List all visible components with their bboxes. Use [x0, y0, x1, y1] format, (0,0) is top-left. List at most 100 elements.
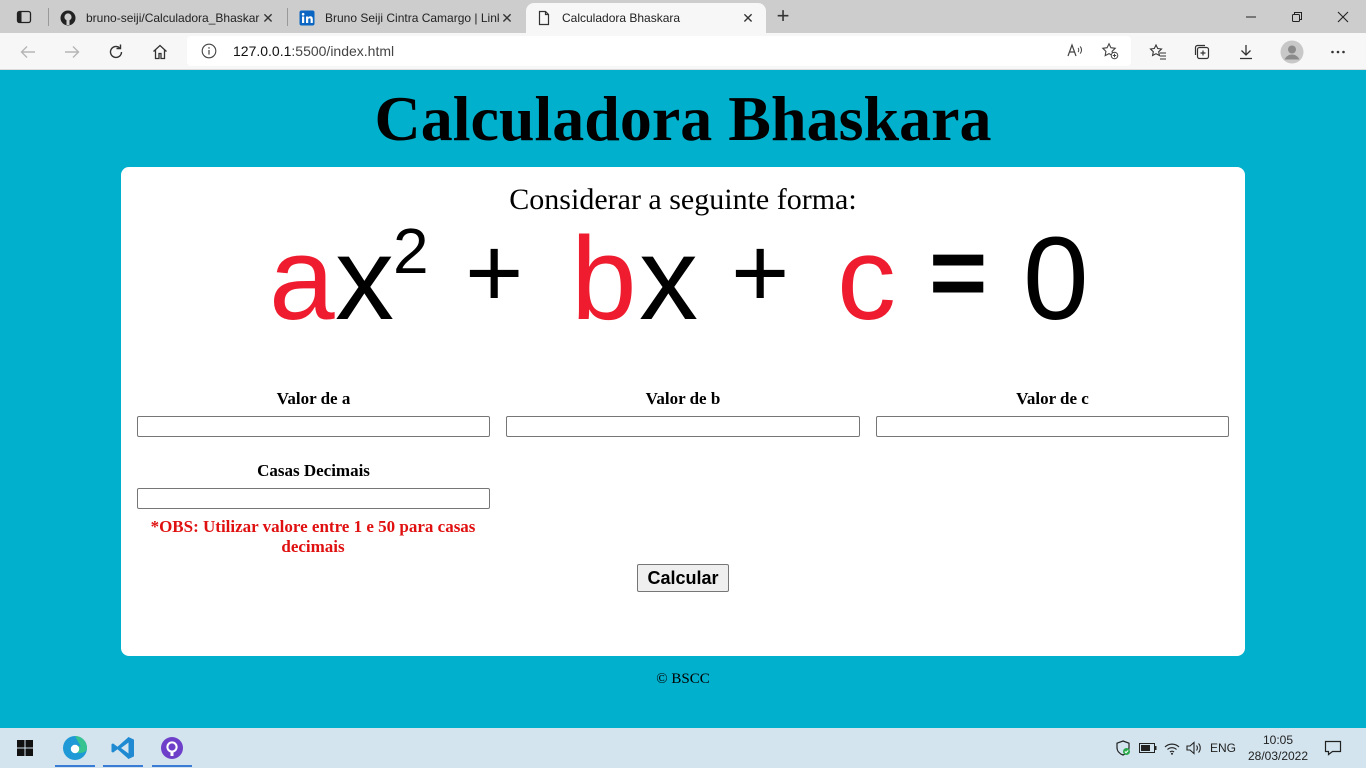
label-valor-c: Valor de c [1016, 389, 1089, 408]
formula-x2: x [335, 227, 394, 342]
forward-arrow-icon [65, 46, 80, 58]
formula-plus-1: + [465, 227, 523, 329]
formula-plus-2: + [731, 227, 789, 329]
url-host: 127.0.0.1 [233, 43, 292, 59]
tab-linkedin[interactable]: Bruno Seiji Cintra Camargo | LinkedIn ✕ [289, 3, 525, 33]
decimals-note: *OBS: Utilizar valore entre 1 e 50 para … [150, 517, 476, 556]
valor-c-input[interactable] [876, 416, 1229, 437]
browser-toolbar: 127.0.0.1:5500/index.html [0, 33, 1366, 70]
minimize-button[interactable] [1228, 0, 1274, 33]
calcular-button[interactable]: Calcular [637, 564, 729, 592]
collections-icon [1194, 44, 1210, 60]
clock-time: 10:05 [1262, 733, 1294, 747]
formula-equals: = [929, 227, 987, 329]
forward-button[interactable] [58, 38, 86, 66]
footer-copyright: © BSCC [656, 671, 710, 687]
close-window-button[interactable] [1320, 0, 1366, 33]
star-add-icon [1101, 42, 1119, 60]
page-icon [538, 10, 550, 26]
download-icon [1240, 45, 1252, 60]
formula-b: b [571, 227, 637, 342]
read-aloud-button[interactable] [1061, 37, 1089, 65]
read-aloud-icon [1067, 43, 1082, 57]
language-indicator[interactable]: ENG [1206, 728, 1240, 768]
tab-calculadora[interactable]: Calculadora Bhaskara ✕ [526, 3, 766, 33]
notification-icon [1324, 740, 1342, 756]
close-tab-icon[interactable]: ✕ [499, 10, 515, 27]
edge-icon [63, 736, 87, 760]
tab-actions-icon [16, 10, 32, 23]
downloads-button[interactable] [1232, 38, 1260, 66]
minimize-icon [1246, 16, 1256, 17]
formula-c: c [837, 227, 896, 342]
page-title: Calculadora Bhaskara [374, 83, 992, 154]
restore-icon [1292, 11, 1302, 22]
tab-actions-button[interactable] [0, 0, 48, 33]
close-icon [1337, 11, 1349, 22]
add-favorite-button[interactable] [1096, 37, 1124, 65]
formula-zero: 0 [1023, 227, 1089, 342]
refresh-icon [109, 44, 123, 59]
shield-icon [1116, 740, 1130, 756]
windows-start-icon [17, 740, 33, 756]
favorites-button[interactable] [1144, 38, 1172, 66]
address-bar[interactable]: 127.0.0.1:5500/index.html [187, 36, 1131, 66]
favorites-icon [1149, 43, 1166, 60]
back-arrow-icon [20, 46, 35, 58]
github-icon [60, 10, 76, 26]
close-tab-icon[interactable]: ✕ [260, 10, 276, 27]
collections-button[interactable] [1188, 38, 1216, 66]
formula-exponent: 2 [393, 227, 429, 287]
avatar-icon [1280, 40, 1304, 64]
calculator-card: Considerar a seguinte forma: a x 2 + b x… [121, 167, 1245, 656]
linkedin-icon [299, 10, 315, 26]
settings-menu-button[interactable] [1324, 38, 1352, 66]
new-tab-button[interactable]: + [770, 4, 796, 30]
battery-icon [1139, 743, 1157, 753]
url-path: :5500/index.html [291, 43, 395, 59]
security-tray-icon[interactable] [1112, 728, 1134, 768]
volume-tray-icon[interactable] [1183, 728, 1205, 768]
taskbar-github-desktop[interactable] [149, 728, 195, 768]
home-icon [153, 44, 167, 60]
start-button[interactable] [2, 728, 48, 768]
formula-a: a [269, 227, 335, 342]
formula-x: x [639, 227, 698, 342]
label-valor-a: Valor de a [276, 389, 351, 408]
valor-b-input[interactable] [506, 416, 860, 437]
label-valor-b: Valor de b [645, 389, 721, 408]
tab-github[interactable]: bruno-seiji/Calculadora_Bhaskara ✕ [50, 3, 286, 33]
tab-title: Calculadora Bhaskara [562, 11, 681, 25]
back-button[interactable] [14, 38, 42, 66]
url-text[interactable]: 127.0.0.1:5500/index.html [233, 43, 394, 59]
tab-title: bruno-seiji/Calculadora_Bhaskara [86, 11, 260, 25]
clock[interactable]: 10:05 28/03/2022 [1240, 732, 1316, 764]
tab-title: Bruno Seiji Cintra Camargo | LinkedIn [325, 11, 499, 25]
network-tray-icon[interactable] [1161, 728, 1183, 768]
valor-a-input[interactable] [137, 416, 490, 437]
notifications-button[interactable] [1320, 728, 1346, 768]
plus-icon: + [776, 3, 790, 28]
vscode-icon [111, 737, 134, 759]
profile-button[interactable] [1278, 38, 1306, 66]
info-icon[interactable] [201, 43, 217, 59]
home-button[interactable] [146, 38, 174, 66]
label-casas-decimais: Casas Decimais [257, 461, 370, 480]
quadratic-formula-image: a x 2 + b x + c = 0 [269, 227, 1089, 342]
battery-tray-icon[interactable] [1137, 728, 1159, 768]
github-desktop-icon [161, 737, 183, 759]
taskbar: ENG 10:05 28/03/2022 [0, 728, 1366, 768]
wifi-icon [1164, 743, 1180, 755]
taskbar-edge[interactable] [52, 728, 98, 768]
restore-button[interactable] [1274, 0, 1320, 33]
close-tab-icon[interactable]: ✕ [740, 10, 756, 27]
refresh-button[interactable] [102, 38, 130, 66]
casas-decimais-input[interactable] [137, 488, 490, 509]
tab-separator [287, 8, 288, 26]
taskbar-vscode[interactable] [100, 728, 146, 768]
tab-strip: bruno-seiji/Calculadora_Bhaskara ✕ Bruno… [0, 0, 1366, 33]
instructions-text: Considerar a seguinte forma: [509, 183, 857, 216]
more-options-icon [1331, 50, 1345, 54]
tab-separator [48, 8, 49, 26]
clock-date: 28/03/2022 [1247, 749, 1309, 763]
